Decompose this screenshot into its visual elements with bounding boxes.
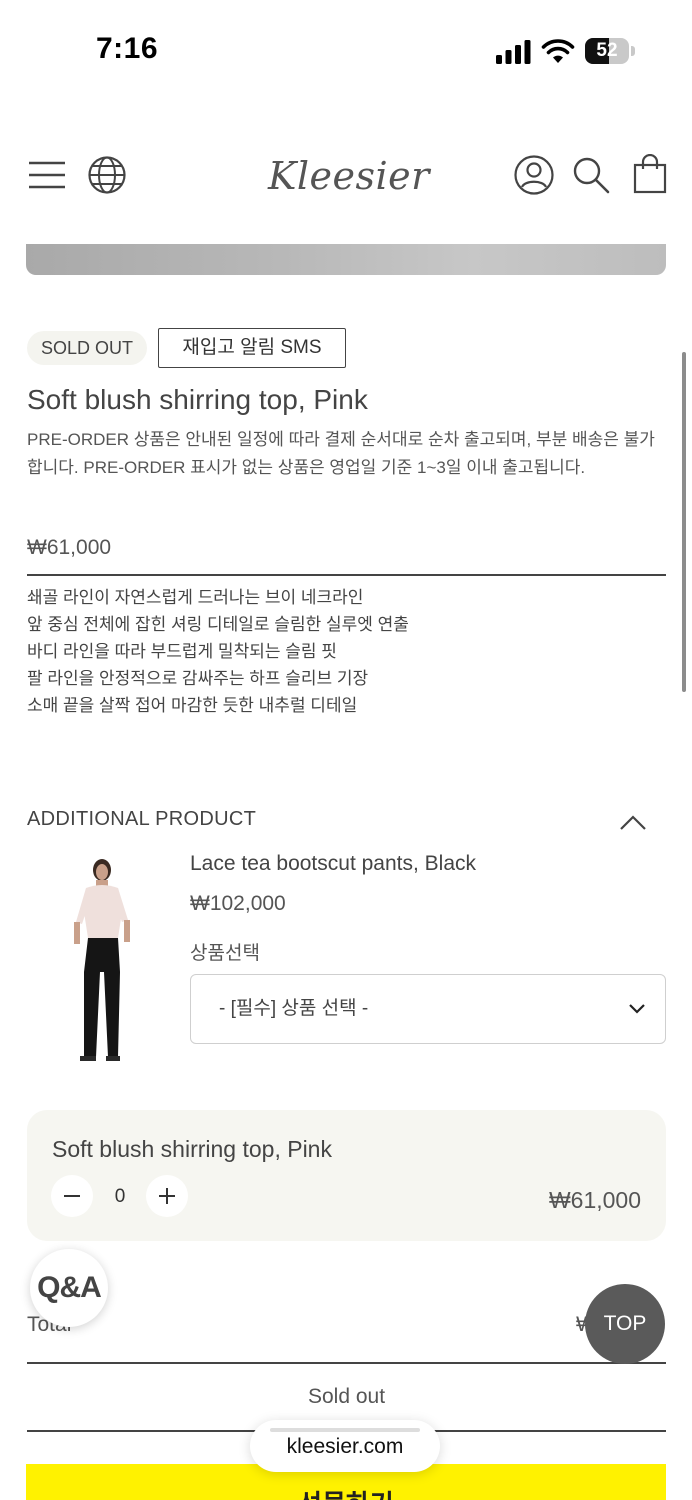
- brand-logo[interactable]: Kleesier: [268, 148, 429, 204]
- product-title: Soft blush shirring top, Pink: [27, 384, 368, 415]
- product-price: ₩61,000: [27, 536, 112, 559]
- restock-sms-button[interactable]: 재입고 알림 SMS: [158, 328, 346, 368]
- plus-icon: [159, 1188, 175, 1204]
- search-icon[interactable]: [572, 156, 610, 194]
- quantity-increase-button[interactable]: [146, 1175, 188, 1217]
- option-select-value: - [필수] 상품 선택 -: [219, 998, 369, 1019]
- option-label: 상품선택: [190, 943, 260, 964]
- description-line: 팔 라인을 안정적으로 감싸주는 하프 슬리브 기장: [27, 669, 369, 688]
- selected-item-card: Soft blush shirring top, Pink 0 ₩61,000: [27, 1110, 666, 1241]
- qa-floating-button[interactable]: Q&A: [30, 1249, 108, 1327]
- description-line: 쇄골 라인이 자연스럽게 드러나는 브이 네크라인: [27, 588, 364, 607]
- description-line: 바디 라인을 따라 부드럽게 밀착되는 슬림 핏: [27, 642, 337, 661]
- option-select[interactable]: - [필수] 상품 선택 -: [190, 974, 666, 1044]
- cellular-signal-icon: [496, 40, 531, 64]
- product-description: 쇄골 라인이 자연스럽게 드러나는 브이 네크라인 앞 중심 전체에 잡힌 셔링…: [27, 584, 667, 719]
- additional-product-name[interactable]: Lace tea bootscut pants, Black: [190, 852, 476, 876]
- battery-percent: 52: [596, 40, 618, 61]
- selected-item-name: Soft blush shirring top, Pink: [52, 1136, 332, 1162]
- globe-icon[interactable]: [87, 155, 127, 195]
- cart-icon[interactable]: [632, 154, 668, 194]
- selected-item-price: ₩61,000: [548, 1187, 641, 1213]
- minus-icon: [64, 1195, 80, 1197]
- divider: [27, 574, 666, 576]
- gift-button-label: 선물하기: [26, 1484, 666, 1500]
- chevron-down-icon: [629, 1004, 645, 1014]
- wifi-icon: [541, 39, 575, 63]
- description-line: 앞 중심 전체에 잡힌 셔링 디테일로 슬림한 실루엣 연출: [27, 615, 409, 634]
- page-scrollbar[interactable]: [682, 352, 686, 692]
- battery-icon: 52: [585, 38, 635, 64]
- additional-product-heading: ADDITIONAL PRODUCT: [27, 808, 257, 830]
- additional-product-price: ₩102,000: [190, 892, 286, 915]
- description-line: 소매 끝을 살짝 접어 마감한 듯한 내추럴 디테일: [27, 696, 358, 715]
- account-icon[interactable]: [513, 154, 555, 196]
- status-time: 7:16: [96, 32, 159, 65]
- sold-out-badge: SOLD OUT: [27, 331, 148, 365]
- menu-icon[interactable]: [28, 160, 66, 190]
- chevron-up-icon[interactable]: [618, 810, 648, 836]
- quantity-value: 0: [114, 1186, 126, 1207]
- product-image-bottom: [26, 244, 666, 275]
- url-bar-grip: [270, 1428, 420, 1432]
- additional-product-thumbnail[interactable]: [62, 852, 140, 1066]
- scroll-top-button[interactable]: TOP: [585, 1284, 665, 1364]
- preorder-notice: PRE-ORDER 상품은 안내된 일정에 따라 결제 순서대로 순차 출고되며…: [27, 430, 655, 477]
- quantity-decrease-button[interactable]: [51, 1175, 93, 1217]
